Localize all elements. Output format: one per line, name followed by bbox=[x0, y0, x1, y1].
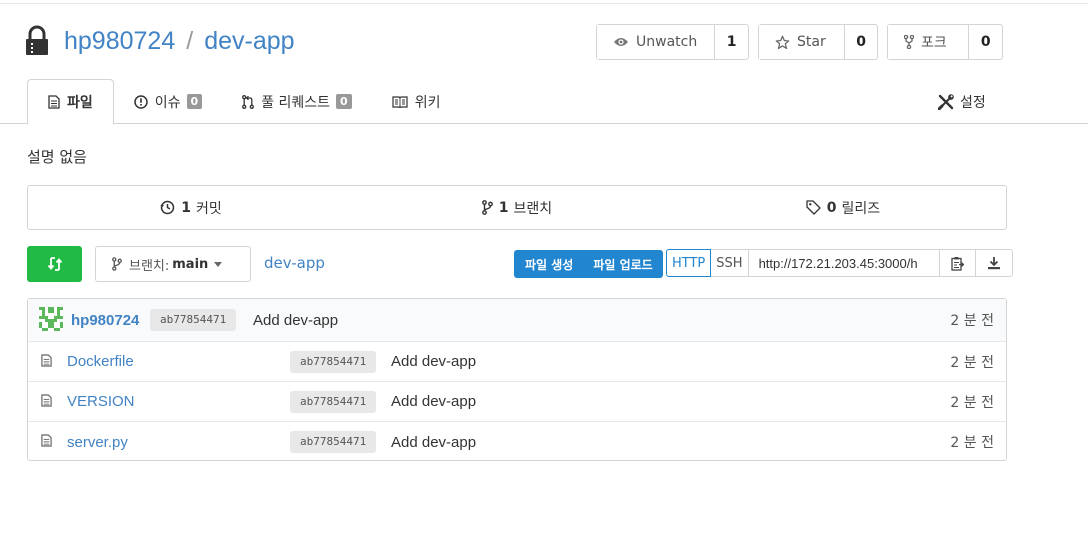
tab-settings-label: 설정 bbox=[960, 94, 986, 111]
repo-name-link[interactable]: dev-app bbox=[204, 27, 294, 56]
issue-opened-icon bbox=[134, 94, 148, 109]
download-button[interactable] bbox=[975, 249, 1013, 277]
history-icon bbox=[160, 200, 175, 215]
tab-files[interactable]: 파일 bbox=[27, 79, 114, 125]
pull-requests-count-badge: 0 bbox=[336, 94, 352, 109]
upload-file-button[interactable]: 파일 업로드 bbox=[583, 250, 662, 278]
caret-down-icon bbox=[214, 261, 223, 267]
tab-files-label: 파일 bbox=[67, 95, 93, 111]
repo-description: 설명 없음 bbox=[27, 148, 87, 166]
fork-label: 포크 bbox=[921, 35, 947, 51]
fork-button[interactable]: 포크 bbox=[888, 25, 970, 59]
file-commit-message: Add dev-app bbox=[391, 353, 477, 370]
tab-issues-label: 이슈 bbox=[154, 94, 181, 111]
tab-pull-requests[interactable]: 풀 리퀘스트 0 bbox=[222, 79, 372, 124]
branch-icon bbox=[481, 200, 493, 215]
tab-pull-requests-label: 풀 리퀘스트 bbox=[261, 94, 331, 111]
releases-stat[interactable]: 0 릴리즈 bbox=[680, 186, 1006, 229]
repo-owner-link[interactable]: hp980724 bbox=[64, 27, 175, 56]
file-icon bbox=[41, 434, 52, 447]
file-commit-age: 2 분 전 bbox=[950, 394, 994, 411]
commit-message: Add dev-app bbox=[253, 311, 339, 329]
avatar[interactable] bbox=[39, 307, 63, 331]
file-actions-group: 파일 생성 파일 업로드 bbox=[514, 250, 663, 278]
file-name-link[interactable]: server.py bbox=[67, 434, 128, 451]
book-icon bbox=[392, 95, 408, 108]
clone-panel: HTTP SSH http://172.21.203.45:3000/h bbox=[666, 249, 1013, 277]
unwatch-label: Unwatch bbox=[636, 34, 698, 50]
commit-author-link[interactable]: hp980724 bbox=[71, 312, 139, 329]
tab-settings[interactable]: 설정 bbox=[938, 79, 986, 124]
fork-icon bbox=[904, 35, 914, 49]
copy-url-button[interactable] bbox=[939, 249, 976, 277]
branches-count: 1 bbox=[498, 199, 509, 216]
table-row: VERSION ab77854471 Add dev-app 2 분 전 bbox=[28, 382, 1006, 422]
fork-button-group: 포크 0 bbox=[887, 24, 1003, 60]
tab-wiki-label: 위키 bbox=[414, 94, 441, 111]
releases-count: 0 bbox=[826, 199, 837, 216]
releases-label: 릴리즈 bbox=[841, 200, 881, 217]
branch-icon bbox=[112, 257, 122, 271]
branches-label: 브랜치 bbox=[513, 200, 553, 217]
compare-button[interactable] bbox=[27, 246, 82, 282]
clone-http-button[interactable]: HTTP bbox=[666, 249, 712, 277]
table-row: Dockerfile ab77854471 Add dev-app 2 분 전 bbox=[28, 342, 1006, 382]
issues-count-badge: 0 bbox=[186, 94, 203, 109]
pull-request-icon bbox=[242, 94, 255, 109]
file-commit-sha[interactable]: ab77854471 bbox=[290, 391, 377, 413]
lock-icon bbox=[26, 25, 48, 55]
watchers-count[interactable]: 1 bbox=[715, 25, 748, 59]
commit-age: 2 분 전 bbox=[950, 313, 994, 329]
clone-url-input[interactable]: http://172.21.203.45:3000/h bbox=[748, 249, 940, 277]
repo-separator: / bbox=[186, 26, 194, 55]
tools-icon bbox=[938, 93, 954, 110]
top-border bbox=[0, 0, 1088, 4]
file-commit-sha[interactable]: ab77854471 bbox=[290, 351, 377, 373]
new-file-button[interactable]: 파일 생성 bbox=[514, 250, 583, 278]
file-icon bbox=[41, 354, 52, 367]
file-table: hp980724 ab77854471 Add dev-app 2 분 전 Do… bbox=[27, 298, 1007, 461]
file-commit-message: Add dev-app bbox=[391, 433, 477, 451]
download-icon bbox=[987, 257, 1000, 270]
clipboard-icon bbox=[950, 256, 964, 271]
repo-title: hp980724 / dev-app bbox=[24, 23, 295, 59]
tab-wiki[interactable]: 위키 bbox=[372, 79, 461, 124]
branch-selector[interactable]: 브랜치: main bbox=[95, 246, 251, 282]
star-button-group: Star 0 bbox=[758, 24, 878, 60]
unwatch-button[interactable]: Unwatch bbox=[597, 25, 716, 59]
tag-icon bbox=[806, 200, 821, 215]
repo-tabs: 파일 이슈 0 풀 리퀘스트 0 위키 bbox=[27, 79, 461, 125]
file-commit-age: 2 분 전 bbox=[950, 354, 994, 371]
table-row: server.py ab77854471 Add dev-app 2 분 전 bbox=[28, 422, 1006, 462]
file-commit-message: Add dev-app bbox=[391, 393, 477, 410]
commit-sha-label[interactable]: ab77854471 bbox=[150, 309, 237, 331]
branch-prefix: 브랜치: bbox=[129, 258, 170, 274]
tab-issues[interactable]: 이슈 0 bbox=[114, 79, 222, 124]
latest-commit-row: hp980724 ab77854471 Add dev-app 2 분 전 bbox=[28, 299, 1006, 342]
breadcrumb-repo-link[interactable]: dev-app bbox=[264, 254, 325, 272]
stars-count[interactable]: 0 bbox=[845, 25, 877, 59]
repo-stats-bar: 1 커밋 1 브랜치 0 릴리즈 bbox=[27, 185, 1007, 230]
file-commit-age: 2 분 전 bbox=[950, 435, 994, 451]
watch-button-group: Unwatch 1 bbox=[596, 24, 749, 60]
compare-arrows-icon bbox=[47, 257, 62, 271]
file-name-link[interactable]: Dockerfile bbox=[67, 353, 134, 370]
star-label: Star bbox=[797, 34, 826, 50]
repo-header: hp980724 / dev-app Unwatch 1 Star 0 포크 0… bbox=[0, 5, 1088, 125]
clone-ssh-button[interactable]: SSH bbox=[711, 249, 749, 277]
commits-label: 커밋 bbox=[195, 200, 222, 217]
file-icon bbox=[48, 95, 60, 109]
eye-icon bbox=[614, 38, 628, 46]
star-icon bbox=[775, 35, 790, 49]
forks-count[interactable]: 0 bbox=[969, 25, 1002, 59]
file-icon bbox=[41, 394, 52, 407]
branches-stat[interactable]: 1 브랜치 bbox=[354, 186, 680, 229]
commits-count: 1 bbox=[181, 199, 191, 216]
star-button[interactable]: Star bbox=[759, 25, 846, 59]
file-name-link[interactable]: VERSION bbox=[67, 393, 135, 410]
branch-name: main bbox=[172, 256, 209, 272]
commits-stat[interactable]: 1 커밋 bbox=[28, 186, 354, 229]
file-commit-sha[interactable]: ab77854471 bbox=[290, 431, 377, 453]
